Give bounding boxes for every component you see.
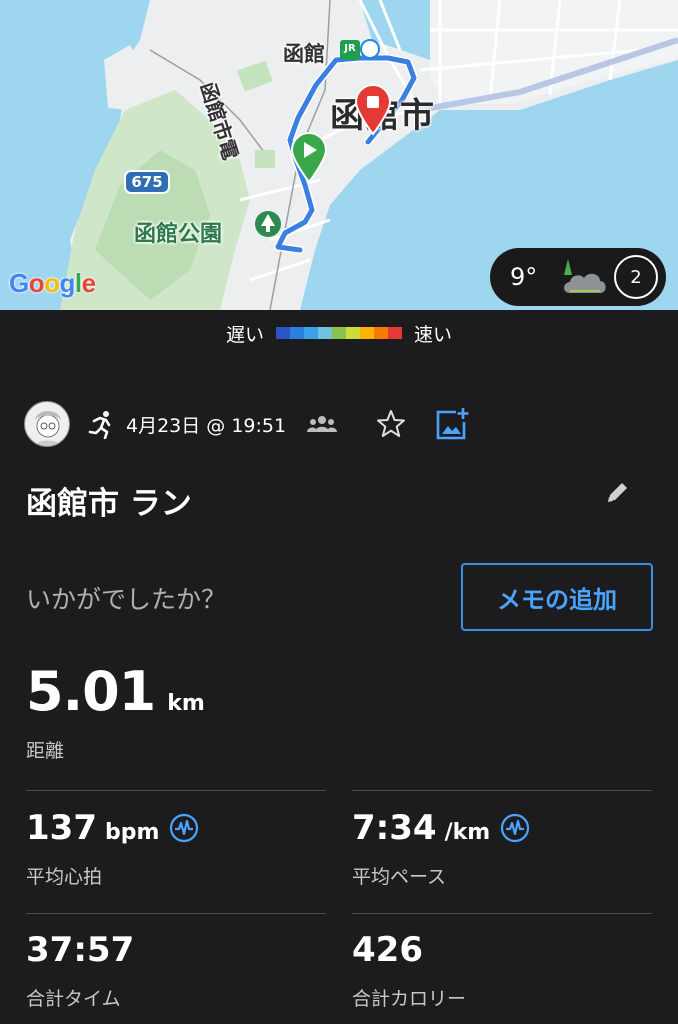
jr-badge: JR [344, 43, 356, 54]
park-label: 函館公園 [134, 222, 223, 247]
avg-pace-label: 平均ペース [352, 866, 447, 888]
divider [352, 913, 652, 914]
avg-pace-stat: 7:34 /km 平均ペース [352, 808, 530, 889]
laps-indicator: 2 [614, 255, 658, 299]
distance-value: 5.01 [26, 660, 156, 723]
speed-slow-label: 遅い [225, 323, 264, 346]
group-icon[interactable] [306, 412, 338, 436]
speed-gradient-bar [276, 327, 402, 339]
speed-color-segment [276, 327, 290, 339]
add-memo-button[interactable]: メモの追加 [461, 563, 653, 631]
cloudy-night-icon [564, 259, 606, 293]
google-letter: o [44, 268, 60, 298]
google-letter: l [74, 268, 82, 298]
total-time-value: 37:57 [26, 930, 135, 970]
total-time-stat: 37:57 合計タイム [26, 930, 134, 1011]
running-icon [88, 411, 111, 439]
avg-heart-rate-stat: 137 bpm 平均心拍 [26, 808, 199, 889]
star-icon[interactable] [374, 407, 408, 441]
feeling-prompt: いかがでしたか？ [26, 585, 227, 614]
start-marker-icon[interactable] [290, 132, 328, 184]
weather-temperature: 9° [510, 263, 538, 291]
activity-title: 函館市 ラン [26, 486, 192, 522]
google-logo: Google [9, 268, 96, 299]
calories-label: 合計カロリー [352, 988, 467, 1010]
heart-rate-chart-icon[interactable] [169, 813, 199, 843]
weather-pill[interactable]: 9° 2 [490, 248, 666, 306]
google-letter: e [81, 268, 96, 298]
speed-color-segment [318, 327, 332, 339]
avg-pace-unit: /km [444, 820, 491, 845]
avg-pace-value: 7:34 [352, 808, 437, 848]
pace-chart-icon[interactable] [500, 813, 530, 843]
google-letter: g [59, 268, 76, 298]
speed-fast-label: 速い [414, 323, 453, 346]
avg-hr-value: 137 [26, 808, 97, 848]
calories-stat: 426 合計カロリー [352, 930, 466, 1011]
divider [26, 913, 326, 914]
speed-color-segment [304, 327, 318, 339]
speed-color-segment [346, 327, 360, 339]
distance-unit: km [167, 691, 205, 716]
activity-meta-row: 4月23日 @ 19:51 [24, 400, 664, 448]
speed-color-segment [290, 327, 304, 339]
add-photo-icon[interactable] [434, 406, 470, 442]
activity-date: 4月23日 @ 19:51 [126, 414, 287, 437]
edit-pencil-icon[interactable] [604, 478, 632, 506]
google-letter: o [28, 268, 45, 298]
divider [26, 790, 326, 791]
distance-label: 距離 [26, 740, 65, 762]
speed-color-segment [332, 327, 346, 339]
avg-hr-unit: bpm [104, 820, 160, 845]
route-number-badge: 675 [124, 170, 170, 194]
route-map[interactable]: 函館 JR 函館市 函館市電 函館公園 675 Google 9° 2 [0, 0, 678, 310]
finish-marker-icon[interactable] [354, 84, 392, 136]
google-letter: G [9, 268, 29, 298]
distance-stat: 5.01 km [26, 660, 205, 723]
speed-legend: 遅い 速い [0, 318, 678, 348]
speed-color-segment [374, 327, 388, 339]
calories-value: 426 [352, 930, 423, 970]
total-time-label: 合計タイム [26, 988, 121, 1010]
divider [352, 790, 652, 791]
speed-color-segment [388, 327, 402, 339]
speed-color-segment [360, 327, 374, 339]
avg-hr-label: 平均心拍 [26, 866, 103, 888]
station-label: 函館 [283, 42, 325, 66]
avatar[interactable] [24, 401, 70, 447]
